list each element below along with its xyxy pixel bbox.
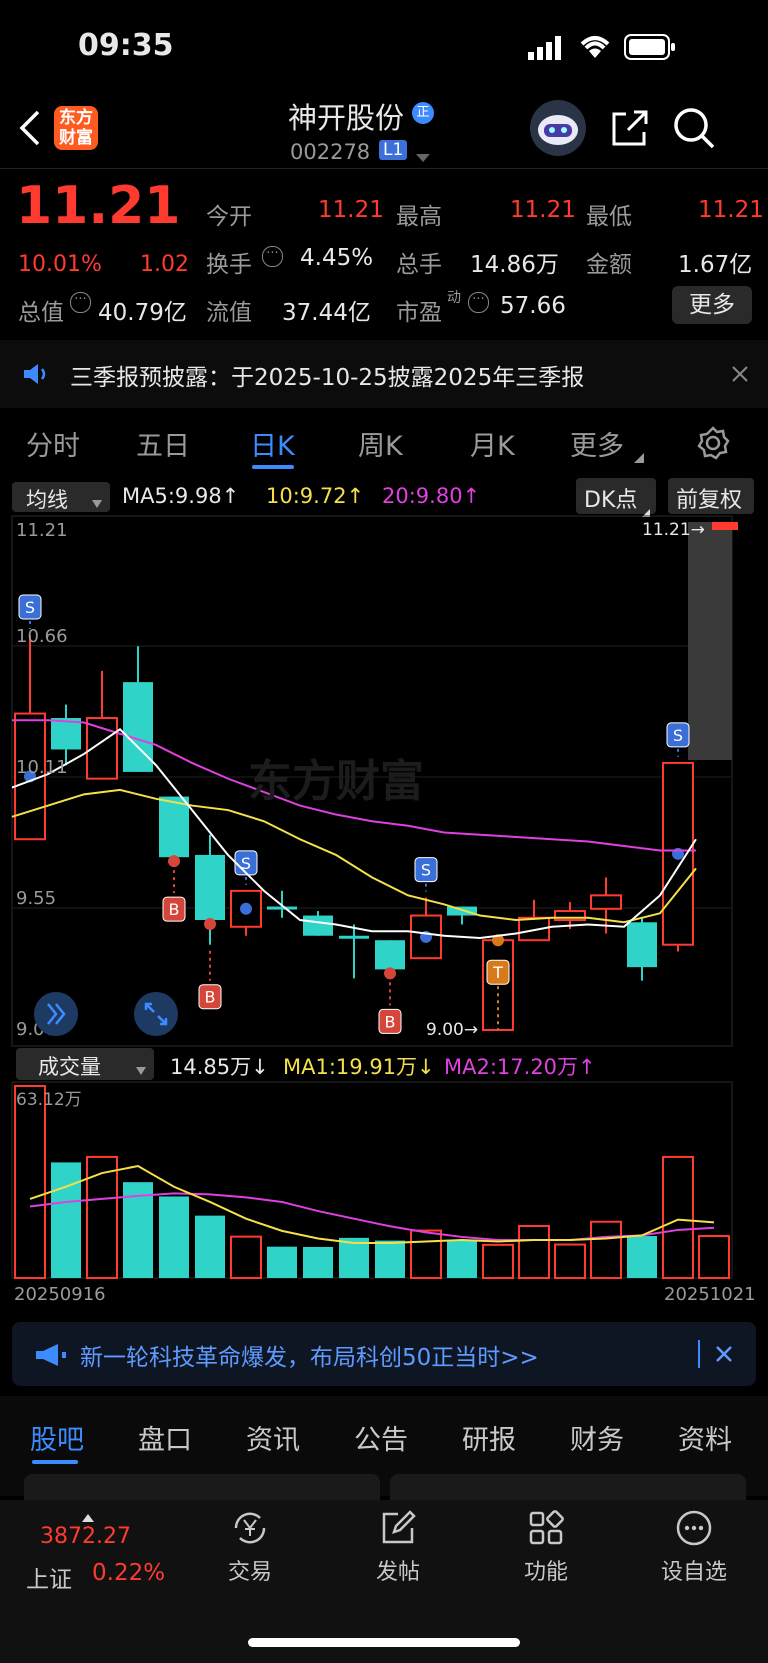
tab-research[interactable]: 研报 <box>462 1418 516 1457</box>
limit-marker <box>712 522 738 530</box>
volume-selector-label: 成交量 <box>38 1055 101 1079</box>
promo-banner[interactable]: 新一轮科技革命爆发，布局科创50正当时>> <box>12 1322 756 1386</box>
signal-badge: T <box>486 959 510 985</box>
signal-dot <box>204 918 216 931</box>
home-indicator <box>248 1638 520 1647</box>
candle-body <box>303 915 333 936</box>
volume-bar <box>554 1243 586 1279</box>
dropdown-icon <box>136 1060 146 1079</box>
min-price-marker: 9.00→ <box>426 1020 479 1040</box>
volume-bar <box>14 1085 46 1279</box>
signal-dot <box>240 902 252 915</box>
volume-selector[interactable]: 成交量 <box>16 1048 154 1080</box>
candle-body <box>627 922 657 968</box>
volume-bar <box>627 1236 657 1278</box>
nav-trade-label: 交易 <box>227 1560 272 1585</box>
edit-icon <box>358 1508 438 1554</box>
watermark: 东方财富 <box>248 756 424 807</box>
tab-finance[interactable]: 财务 <box>570 1418 624 1457</box>
volume-bar <box>410 1229 442 1279</box>
grid-icon <box>506 1508 586 1554</box>
price-axis-top: 11.21 <box>16 520 68 541</box>
nav-post[interactable]: 发帖 <box>358 1508 438 1586</box>
signal-badge-label: T <box>492 963 503 982</box>
volume-ma1: MA1:19.91万↓ <box>283 1055 435 1079</box>
signal-badge-label: S <box>421 861 431 880</box>
volume-bar <box>662 1155 694 1279</box>
index-name[interactable]: 上证 <box>26 1560 72 1594</box>
fullscreen-icon[interactable] <box>134 992 178 1036</box>
candle-body <box>339 935 369 939</box>
candle-body <box>375 940 405 970</box>
yen-swap-icon <box>210 1508 290 1554</box>
tab-news[interactable]: 资讯 <box>246 1418 300 1457</box>
volume-bar <box>86 1155 118 1279</box>
expand-right-icon[interactable] <box>34 992 78 1036</box>
volume-bar <box>303 1246 333 1278</box>
signal-badge-label: S <box>673 726 683 745</box>
signal-badge: B <box>198 984 222 1010</box>
volume-current: 14.85万↓ <box>170 1055 269 1079</box>
close-icon[interactable] <box>716 1346 732 1366</box>
volume-max-label: 63.12万 <box>16 1090 82 1110</box>
signal-badge-label: B <box>169 900 180 919</box>
nav-watchlist[interactable]: 设自选 <box>654 1508 734 1586</box>
volume-bar <box>482 1243 514 1280</box>
candle-body <box>159 796 189 858</box>
signal-badge: B <box>378 1008 402 1034</box>
signal-badge-label: S <box>25 598 35 617</box>
promo-text: 新一轮科技革命爆发，布局科创50正当时>> <box>80 1345 539 1371</box>
volume-bar <box>375 1240 405 1278</box>
end-date: 20251021 <box>664 1284 756 1305</box>
volume-bar <box>590 1220 622 1279</box>
nav-function-label: 功能 <box>523 1560 568 1585</box>
signal-badge-label: B <box>385 1012 396 1031</box>
index-percent[interactable]: 0.22% <box>92 1560 165 1586</box>
max-price-marker: 11.21→ <box>642 520 705 540</box>
volume-bar <box>230 1235 262 1280</box>
volume-bar <box>51 1162 81 1278</box>
volume-bar <box>159 1196 189 1278</box>
megaphone-icon <box>34 1342 66 1372</box>
tab-pankou[interactable]: 盘口 <box>138 1418 192 1457</box>
nav-post-label: 发帖 <box>375 1560 420 1585</box>
signal-badge: S <box>234 850 258 876</box>
signal-badge: S <box>666 722 690 748</box>
signal-dot <box>384 967 396 980</box>
signal-badge: B <box>162 896 186 922</box>
price-axis-4: 9.55 <box>16 888 57 909</box>
divider <box>698 1340 700 1368</box>
signal-badge: S <box>414 857 438 883</box>
tab-profile[interactable]: 资料 <box>678 1418 732 1457</box>
volume-bar <box>447 1239 477 1278</box>
signal-badge-label: B <box>205 988 216 1007</box>
candle-body <box>267 906 297 910</box>
price-axis-3: 10.11 <box>16 757 68 778</box>
price-axis-2: 10.66 <box>16 626 68 647</box>
signal-badge: S <box>18 594 42 620</box>
volume-ma2: MA2:17.20万↑ <box>444 1055 596 1079</box>
volume-frame <box>11 1081 733 1279</box>
volume-bar <box>518 1224 550 1279</box>
candle-body <box>195 854 225 921</box>
more-circle-icon <box>654 1508 734 1554</box>
volume-bar <box>698 1235 730 1280</box>
tab-announcements[interactable]: 公告 <box>354 1418 408 1457</box>
volume-bar <box>195 1215 225 1278</box>
section-tab-indicator <box>32 1460 78 1464</box>
price-limit-band <box>688 522 732 760</box>
tab-guba[interactable]: 股吧 <box>30 1418 84 1457</box>
nav-watchlist-label: 设自选 <box>660 1560 727 1585</box>
nav-trade[interactable]: 交易 <box>210 1508 290 1586</box>
candle-body <box>590 894 622 910</box>
index-value[interactable]: 3872.27 <box>40 1524 131 1549</box>
start-date: 20250916 <box>14 1284 106 1305</box>
nav-function[interactable]: 功能 <box>506 1508 586 1586</box>
signal-dot <box>168 855 180 868</box>
volume-bar <box>267 1246 297 1278</box>
